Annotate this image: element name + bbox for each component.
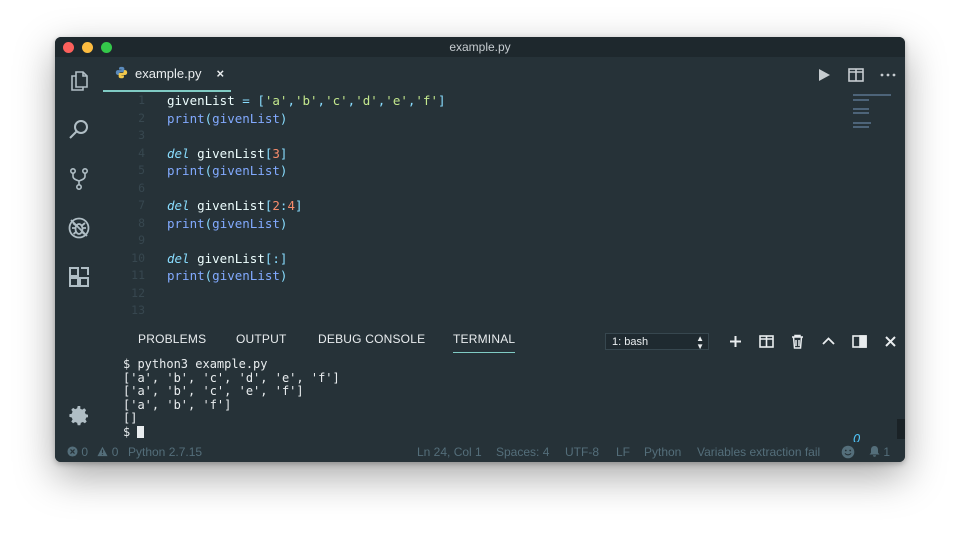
activity-bar xyxy=(55,57,103,442)
tab-debug-console[interactable]: DEBUG CONSOLE xyxy=(318,332,425,352)
error-count: 0 xyxy=(81,445,89,459)
run-icon[interactable] xyxy=(815,66,833,84)
line-number: 10 xyxy=(131,250,145,265)
panel-tab-bar: PROBLEMS OUTPUT DEBUG CONSOLE TERMINAL 1… xyxy=(103,322,905,356)
editor-tab-bar: example.py × xyxy=(103,57,905,92)
status-bar: 0 0 Python 2.7.15 Ln 24, Col 1 Spaces: 4… xyxy=(55,442,905,462)
more-actions-icon[interactable] xyxy=(879,66,897,84)
line-number: 9 xyxy=(138,233,145,247)
bottom-panel: PROBLEMS OUTPUT DEBUG CONSOLE TERMINAL 1… xyxy=(103,322,905,446)
indentation[interactable]: Spaces: 4 xyxy=(496,445,549,459)
notification-count: 1 xyxy=(883,445,891,459)
feedback-smiley-icon[interactable] xyxy=(841,445,855,462)
tab-output[interactable]: OUTPUT xyxy=(236,332,287,352)
terminal-line: [] xyxy=(123,411,138,426)
debug-icon[interactable] xyxy=(67,216,91,240)
warning-icon xyxy=(97,445,111,459)
kill-terminal-icon[interactable] xyxy=(789,333,806,350)
tab-problems[interactable]: PROBLEMS xyxy=(138,332,206,352)
code-line: del givenList[3] xyxy=(167,145,288,161)
code-line: print(givenList) xyxy=(167,268,288,283)
terminal-scrollbar[interactable] xyxy=(897,419,905,439)
code-line: del givenList[2:4] xyxy=(167,198,303,213)
maximize-window-button[interactable] xyxy=(101,42,112,53)
tab-example-py[interactable]: example.py × xyxy=(103,57,231,92)
warning-count: 0 xyxy=(111,445,119,459)
python-file-icon xyxy=(115,66,128,82)
line-number: 5 xyxy=(138,163,145,177)
line-number: 2 xyxy=(138,110,145,125)
close-tab-icon[interactable]: × xyxy=(216,66,224,81)
terminal-output[interactable]: $ python3 example.py ['a', 'b', 'c', 'd'… xyxy=(123,357,340,440)
minimize-window-button[interactable] xyxy=(82,42,93,53)
close-panel-icon[interactable] xyxy=(882,333,899,350)
cursor-position[interactable]: Ln 24, Col 1 xyxy=(417,445,482,459)
title-bar: example.py xyxy=(55,37,905,57)
python-interpreter[interactable]: Python 2.7.15 xyxy=(128,445,202,459)
line-number: 4 xyxy=(138,145,145,160)
terminal-select-value: 1: bash xyxy=(612,336,649,348)
line-number: 13 xyxy=(131,303,145,317)
tab-label: example.py xyxy=(135,66,202,81)
code-line: print(givenList) xyxy=(167,163,288,178)
source-control-icon[interactable] xyxy=(67,167,91,191)
terminal-prompt: $ xyxy=(123,424,138,439)
maximize-panel-icon[interactable] xyxy=(820,333,837,350)
status-message: Variables extraction fail xyxy=(697,445,821,459)
code-line: print(givenList) xyxy=(167,110,288,126)
line-number: 3 xyxy=(138,128,145,142)
problems-status[interactable]: 0 0 xyxy=(67,445,118,459)
split-editor-icon[interactable] xyxy=(847,66,865,84)
toggle-panel-position-icon[interactable] xyxy=(851,333,868,350)
line-number: 1 xyxy=(138,93,145,107)
terminal-select[interactable]: 1: bash ▲ ▼ xyxy=(605,333,709,351)
notifications[interactable]: 1 xyxy=(869,445,890,459)
bell-icon xyxy=(869,445,883,459)
explorer-icon[interactable] xyxy=(67,69,91,93)
terminal-line: $ python3 example.py xyxy=(123,357,268,371)
split-terminal-icon[interactable] xyxy=(758,333,775,350)
tab-terminal[interactable]: TERMINAL xyxy=(453,332,516,353)
terminal-line: ['a', 'b', 'c', 'd', 'e', 'f'] xyxy=(123,370,340,385)
error-icon xyxy=(67,445,81,459)
code-editor[interactable]: 1 givenList = ['a','b','c','d','e','f'] 2… xyxy=(103,92,905,322)
code-line: del givenList[:] xyxy=(167,250,288,266)
minimap[interactable] xyxy=(853,94,895,129)
window-title: example.py xyxy=(449,40,511,54)
line-number: 8 xyxy=(138,215,145,230)
end-of-line[interactable]: LF xyxy=(616,445,630,459)
terminal-cursor xyxy=(137,425,145,438)
terminal-line: ['a', 'b', 'f'] xyxy=(123,397,232,412)
search-icon[interactable] xyxy=(67,118,91,142)
select-arrows-icon: ▲ ▼ xyxy=(696,334,704,351)
line-number: 12 xyxy=(131,285,145,300)
terminal-line: ['a', 'b', 'c', 'e', 'f'] xyxy=(123,384,304,399)
settings-gear-icon[interactable] xyxy=(67,404,91,428)
code-line: print(givenList) xyxy=(167,215,288,231)
language-mode[interactable]: Python xyxy=(644,445,681,459)
close-window-button[interactable] xyxy=(63,42,74,53)
line-number: 7 xyxy=(138,198,145,212)
code-line: givenList = ['a','b','c','d','e','f'] xyxy=(167,93,446,108)
new-terminal-icon[interactable] xyxy=(727,333,744,350)
line-number: 11 xyxy=(131,268,145,282)
extensions-icon[interactable] xyxy=(67,265,91,289)
line-number: 6 xyxy=(138,180,145,195)
encoding[interactable]: UTF-8 xyxy=(565,445,599,459)
vscode-window: example.py example.py × 1 givenList = ['… xyxy=(55,37,905,462)
